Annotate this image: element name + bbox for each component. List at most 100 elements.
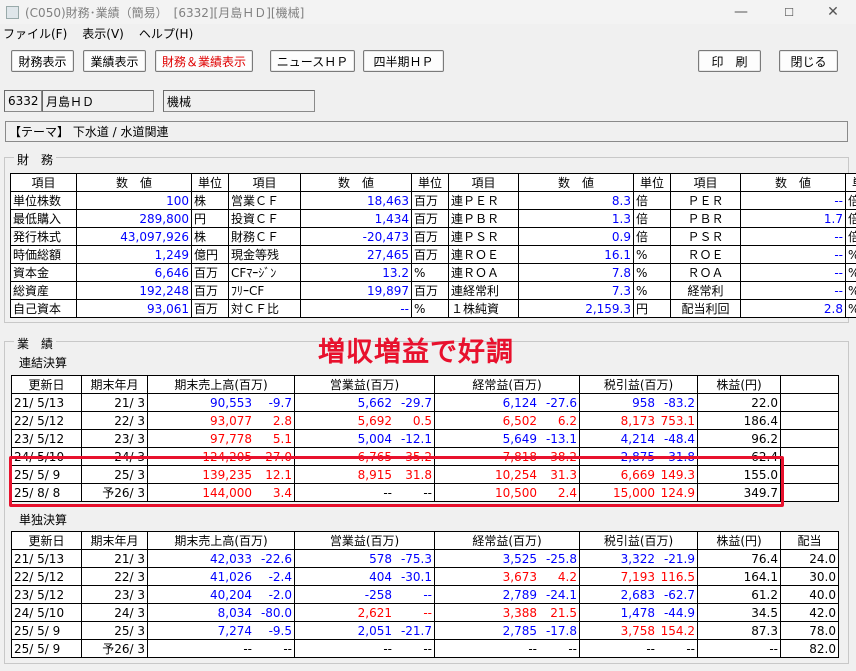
- financial-cell: ﾌﾘｰCF: [228, 281, 301, 300]
- ordinary-profit-cell: 2,789 -24.1: [434, 585, 580, 604]
- print-button[interactable]: 印 刷: [698, 50, 761, 72]
- minimize-button[interactable]: —: [718, 0, 764, 24]
- quarterly-homepage-button[interactable]: 四半期ＨＰ: [363, 50, 444, 72]
- table-row: 自己資本93,061百万対ＣＦ比--%１株純資2,159.3円配当利回2.8%: [10, 299, 856, 318]
- financial-cell: 配当利回: [670, 299, 741, 318]
- financial-cell: 19,897: [300, 281, 412, 300]
- consolidated-header-7: [780, 375, 839, 394]
- financial-cell: 連ＰＢＲ: [448, 209, 519, 228]
- ordinary-profit-cell: 6,124 -27.6: [434, 393, 580, 412]
- financial-cell: 2,159.3: [518, 299, 634, 318]
- period-cell: 23/ 3: [81, 429, 148, 448]
- news-homepage-button[interactable]: ニュースＨＰ: [270, 50, 355, 72]
- operating-profit-cell: 2,621 --: [294, 603, 435, 622]
- financial-cell: 円: [633, 299, 671, 318]
- financial-cell: %: [845, 299, 856, 318]
- net-profit-cell: 3,758 154.2: [579, 621, 698, 640]
- financial-cell: 自己資本: [10, 299, 77, 318]
- update-date-cell: 24/ 5/10: [11, 603, 82, 622]
- financial-header-4: 数 値: [300, 173, 412, 192]
- ordinary-profit-cell: -- --: [434, 639, 580, 658]
- standalone-header-2: 期末売上高(百万): [147, 531, 295, 550]
- company-sector: 機械: [163, 90, 315, 112]
- table-row: 24/ 5/10 24/ 3 124,205 27.0 6,765 35.2 7,818 38…: [11, 447, 839, 466]
- net-profit-cell: 4,214 -48.4: [579, 429, 698, 448]
- ordinary-profit-cell: 3,673 4.2: [434, 567, 580, 586]
- table-row: 21/ 5/13 21/ 3 42,033 -22.6 578 -75.3 3,525 -25…: [11, 549, 839, 568]
- operating-profit-cell: 2,051 -21.7: [294, 621, 435, 640]
- financial-cell: CFﾏｰｼﾞﾝ: [228, 263, 301, 282]
- financial-and-results-button[interactable]: 財務＆業績表示: [155, 50, 253, 72]
- financial-cell: 1.3: [518, 209, 634, 228]
- sales-cell: 139,235 12.1: [147, 465, 295, 484]
- financial-cell: 時価総額: [10, 245, 77, 264]
- table-row: 時価総額1,249億円現金等残27,465百万連ＲＯＥ16.1%ＲＯＥ--%: [10, 245, 856, 264]
- table-row: 資本金6,646百万CFﾏｰｼﾞﾝ13.2%連ＲＯＡ7.8%ＲＯＡ--%: [10, 263, 856, 282]
- financial-cell: 1.7: [740, 209, 846, 228]
- dividend-cell: [780, 465, 839, 484]
- financial-cell: 6,646: [76, 263, 192, 282]
- financial-cell: %: [845, 245, 856, 264]
- eps-cell: 34.5: [697, 603, 781, 622]
- close-button[interactable]: 閉じる: [779, 50, 838, 72]
- maximize-button[interactable]: ☐: [766, 0, 812, 24]
- financial-cell: %: [633, 263, 671, 282]
- financial-cell: 192,248: [76, 281, 192, 300]
- financial-cell: --: [740, 263, 846, 282]
- financial-cell: 倍: [633, 227, 671, 246]
- menu-help[interactable]: ヘルプ(H): [139, 25, 193, 42]
- financial-cell: 43,097,926: [76, 227, 192, 246]
- standalone-header-4: 経常益(百万): [434, 531, 580, 550]
- financial-cell: 倍: [633, 191, 671, 210]
- dividend-cell: 78.0: [780, 621, 839, 640]
- financial-cell: %: [633, 281, 671, 300]
- ordinary-profit-cell: 10,254 31.3: [434, 465, 580, 484]
- financial-cell: ＰＥＲ: [670, 191, 741, 210]
- close-window-button[interactable]: ✕: [810, 0, 856, 24]
- period-cell: 予26/ 3: [81, 483, 148, 502]
- operating-profit-cell: 404 -30.1: [294, 567, 435, 586]
- table-row: 25/ 5/ 9 予26/ 3 -- -- -- -- -- -- -- -- -- 82.0: [11, 639, 839, 658]
- financial-display-button[interactable]: 財務表示: [11, 50, 74, 72]
- financial-cell: 連ＰＥＲ: [448, 191, 519, 210]
- financial-header-10: 数 値: [740, 173, 846, 192]
- dividend-cell: [780, 447, 839, 466]
- eps-cell: 62.4: [697, 447, 781, 466]
- financial-cell: ＰＳＲ: [670, 227, 741, 246]
- sales-cell: 144,000 3.4: [147, 483, 295, 502]
- financial-cell: 経常利: [670, 281, 741, 300]
- financial-cell: 100: [76, 191, 192, 210]
- window-title: (C050)財務･業績（簡易） [6332][月島ＨＤ][機械]: [25, 5, 305, 20]
- financial-cell: 株: [191, 191, 229, 210]
- app-window-icon: [6, 5, 19, 19]
- sales-cell: -- --: [147, 639, 295, 658]
- financial-cell: %: [411, 263, 449, 282]
- period-cell: 21/ 3: [81, 549, 148, 568]
- update-date-cell: 22/ 5/12: [11, 567, 82, 586]
- financial-cell: 最低購入: [10, 209, 77, 228]
- company-code: 6332: [4, 90, 42, 112]
- period-cell: 22/ 3: [81, 567, 148, 586]
- net-profit-cell: 6,669 149.3: [579, 465, 698, 484]
- operating-profit-cell: 578 -75.3: [294, 549, 435, 568]
- update-date-cell: 25/ 5/ 9: [11, 639, 82, 658]
- financial-cell: 1,434: [300, 209, 412, 228]
- financial-header-0: 項目: [10, 173, 77, 192]
- standalone-label: 単独決算: [16, 511, 71, 528]
- period-cell: 24/ 3: [81, 447, 148, 466]
- results-display-button[interactable]: 業績表示: [83, 50, 146, 72]
- results-section-label: 業 績: [14, 335, 57, 352]
- standalone-table: 更新日 期末年月 期末売上高(百万) 営業益(百万) 経常益(百万) 税引益(百万) 株益(…: [11, 531, 839, 658]
- financial-cell: 円: [191, 209, 229, 228]
- menu-bar: ファイル(F) 表示(V) ヘルプ(H): [0, 24, 856, 43]
- sales-cell: 41,026 -2.4: [147, 567, 295, 586]
- table-row: 単位株数100株営業ＣＦ18,463百万連ＰＥＲ8.3倍ＰＥＲ--倍: [10, 191, 856, 210]
- menu-view[interactable]: 表示(V): [82, 25, 124, 42]
- table-row: 21/ 5/13 21/ 3 90,553 -9.7 5,662 -29.7 6,124 -2…: [11, 393, 839, 412]
- financial-cell: 百万: [191, 263, 229, 282]
- financial-cell: %: [411, 299, 449, 318]
- menu-file[interactable]: ファイル(F): [3, 25, 67, 42]
- table-row: 25/ 5/ 9 25/ 3 139,235 12.1 8,915 31.8 10,254 3…: [11, 465, 839, 484]
- financial-header-7: 数 値: [518, 173, 634, 192]
- financial-cell: --: [740, 227, 846, 246]
